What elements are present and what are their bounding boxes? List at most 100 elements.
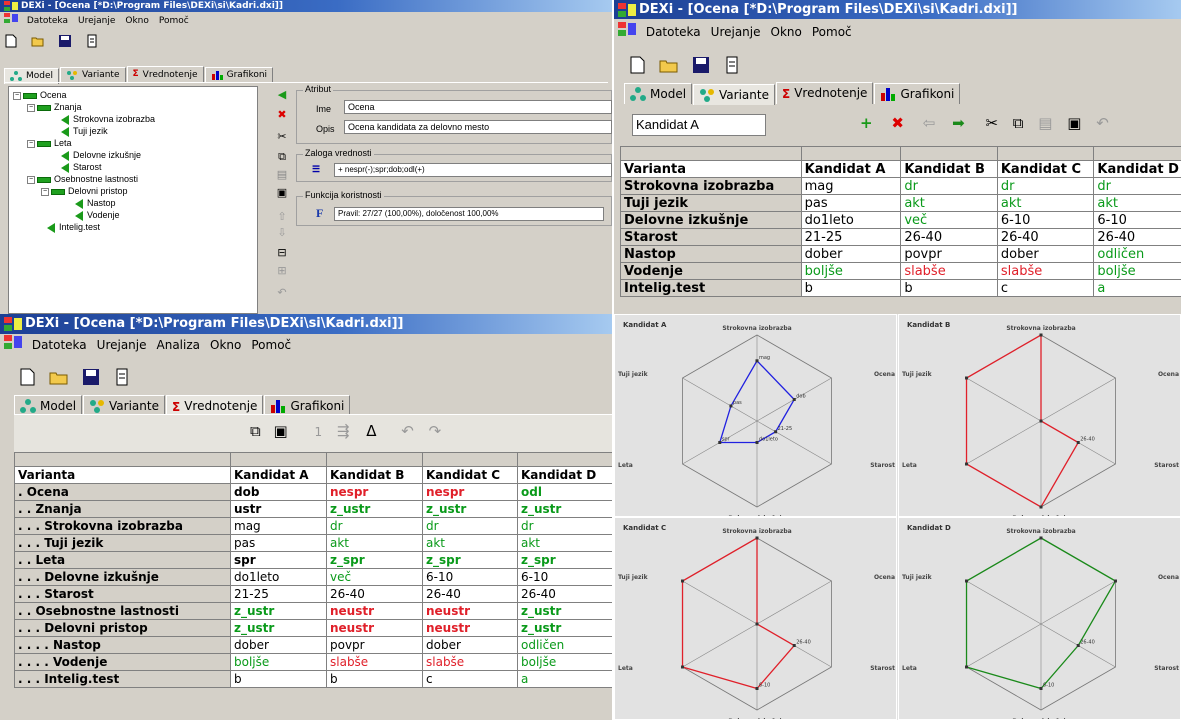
menu-analiza[interactable]: Analiza — [157, 334, 201, 356]
table-row[interactable]: . . . Delovni pristop z_ustr neustr neustr z… — [14, 619, 612, 637]
value-cell[interactable]: z_spr — [422, 551, 518, 569]
menu-datoteka[interactable]: Datoteka — [646, 21, 701, 43]
undo-icon[interactable]: ↶ — [1096, 114, 1109, 132]
value-cell[interactable]: c — [996, 279, 1095, 297]
value-cell[interactable]: odličen — [1093, 245, 1181, 263]
value-cell[interactable]: neustr — [326, 602, 423, 620]
value-cell[interactable]: boljše — [1093, 262, 1181, 280]
value-cell[interactable]: 26-40 — [996, 228, 1095, 246]
value-cell[interactable]: dober — [996, 245, 1095, 263]
table-row[interactable]: . . . Strokovna izobrazba mag dr dr dr — [14, 517, 612, 535]
save-icon[interactable] — [692, 56, 710, 74]
copy-icon[interactable]: ⧉ — [250, 422, 261, 440]
collapse-toggle-icon[interactable]: − — [13, 91, 21, 100]
table-row[interactable]: . . . Starost 21-25 26-40 26-40 26-40 — [14, 585, 612, 603]
print-icon[interactable] — [85, 34, 99, 48]
copy-icon[interactable]: ⧉ — [1013, 114, 1024, 132]
tab-grafikoni[interactable]: Grafikoni — [204, 67, 274, 83]
tree-node[interactable]: Intelig.test — [47, 222, 100, 233]
evaluation-table[interactable]: Varianta Kandidat A Kandidat B Kandidat C Ka… — [14, 452, 612, 688]
value-cell[interactable]: 26-40 — [326, 585, 423, 603]
undo-icon[interactable]: ↶ — [274, 286, 290, 299]
delta-icon[interactable]: Δ — [366, 422, 376, 440]
value-cell[interactable]: pas — [230, 534, 327, 552]
collapse-icon[interactable]: ⊞ — [274, 264, 290, 277]
value-cell[interactable]: 6-10 — [422, 568, 518, 586]
move-left-icon[interactable]: ⇦ — [923, 114, 936, 132]
menu-pomoc[interactable]: Pomoč — [812, 21, 852, 43]
value-cell[interactable]: dr — [900, 177, 998, 195]
menu-urejanje[interactable]: Urejanje — [97, 334, 147, 356]
menu-urejanje[interactable]: Urejanje — [78, 15, 115, 25]
value-cell[interactable]: dr — [326, 517, 423, 535]
tree-node[interactable]: − Osebnostne lastnosti — [27, 174, 138, 184]
open-folder-icon[interactable] — [31, 34, 45, 48]
scale-field[interactable]: + nespr(-);spr;dob;odl(+) — [334, 163, 612, 177]
scale-list-icon[interactable]: ☰ — [312, 164, 320, 175]
tab-vrednotenje[interactable]: Σ Vrednotenje — [775, 82, 874, 104]
table-row[interactable]: Intelig.test b b c a — [620, 279, 1181, 297]
value-cell[interactable]: dober — [800, 245, 902, 263]
menu-okno[interactable]: Okno — [210, 334, 241, 356]
tab-model[interactable]: Model — [624, 82, 693, 104]
value-cell[interactable]: dr — [1093, 177, 1181, 195]
value-cell[interactable]: dr — [422, 517, 518, 535]
value-cell[interactable]: dob — [230, 483, 327, 501]
value-cell[interactable]: povpr — [900, 245, 998, 263]
collapse-toggle-icon[interactable]: − — [27, 103, 35, 112]
value-cell[interactable]: mag — [230, 517, 327, 535]
value-cell[interactable]: z_ustr — [517, 602, 612, 620]
value-cell[interactable]: akt — [900, 194, 998, 212]
table-row[interactable]: . . . . Vodenje boljše slabše slabše boljše — [14, 653, 612, 671]
value-cell[interactable]: akt — [996, 194, 1095, 212]
add-attribute-icon[interactable]: ◀ — [274, 88, 290, 101]
table-row[interactable]: . . . . Nastop dober povpr dober odličen — [14, 636, 612, 654]
table-row[interactable]: Delovne izkušnje do1leto več 6-10 6-10 — [620, 211, 1181, 229]
open-folder-icon[interactable] — [659, 56, 679, 74]
value-cell[interactable]: 26-40 — [422, 585, 518, 603]
function-icon[interactable]: F — [316, 206, 323, 221]
value-cell[interactable]: odl — [517, 483, 612, 501]
delete-attribute-icon[interactable]: ✖ — [274, 108, 290, 121]
value-cell[interactable]: več — [900, 211, 998, 229]
value-cell[interactable]: slabše — [996, 262, 1095, 280]
new-file-icon[interactable] — [4, 34, 18, 48]
value-cell[interactable]: spr — [230, 551, 327, 569]
table-row[interactable]: . . Leta spr z_spr z_spr z_spr — [14, 551, 612, 569]
paste-icon[interactable]: ▤ — [1038, 114, 1052, 132]
table-row[interactable]: Strokovna izobrazba mag dr dr dr — [620, 177, 1181, 195]
value-cell[interactable]: povpr — [326, 636, 423, 654]
tree-node[interactable]: Nastop — [75, 198, 116, 209]
value-cell[interactable]: b — [800, 279, 902, 297]
menu-okno[interactable]: Okno — [771, 21, 802, 43]
table-row[interactable]: . . . Intelig.test b b c a — [14, 670, 612, 688]
value-cell[interactable]: slabše — [326, 653, 423, 671]
value-cell[interactable]: akt — [1093, 194, 1181, 212]
paste-icon[interactable]: ▤ — [274, 168, 290, 181]
model-tree[interactable]: − Ocena − Znanja Strokovna izobrazba Tuji jez… — [8, 86, 258, 314]
tree-node[interactable]: Tuji jezik — [61, 126, 108, 137]
value-cell[interactable]: boljše — [800, 262, 902, 280]
value-cell[interactable]: b — [230, 670, 327, 688]
value-cell[interactable]: b — [326, 670, 423, 688]
tree-node[interactable]: Delovne izkušnje — [61, 150, 141, 161]
collapse-toggle-icon[interactable]: − — [41, 187, 49, 196]
value-cell[interactable]: a — [1093, 279, 1181, 297]
value-cell[interactable]: z_ustr — [422, 500, 518, 518]
print-icon[interactable] — [723, 56, 741, 74]
name-field[interactable]: Ocena — [344, 100, 612, 114]
value-cell[interactable]: nespr — [422, 483, 518, 501]
variants-table[interactable]: Varianta Kandidat A Kandidat B Kandidat C Ka… — [620, 146, 1181, 297]
new-file-icon[interactable] — [628, 56, 646, 74]
value-cell[interactable]: odličen — [517, 636, 612, 654]
menu-pomoc[interactable]: Pomoč — [159, 15, 189, 25]
value-cell[interactable]: dr — [996, 177, 1095, 195]
value-cell[interactable]: z_ustr — [517, 500, 612, 518]
tab-vrednotenje[interactable]: Σ Vrednotenje — [126, 66, 204, 83]
collapse-toggle-icon[interactable]: − — [27, 139, 35, 148]
value-cell[interactable]: 6-10 — [996, 211, 1095, 229]
dexi-doc-icon[interactable] — [618, 22, 636, 36]
tab-model[interactable]: Model — [14, 394, 83, 416]
value-cell[interactable]: pas — [800, 194, 902, 212]
menu-pomoc[interactable]: Pomoč — [251, 334, 291, 356]
